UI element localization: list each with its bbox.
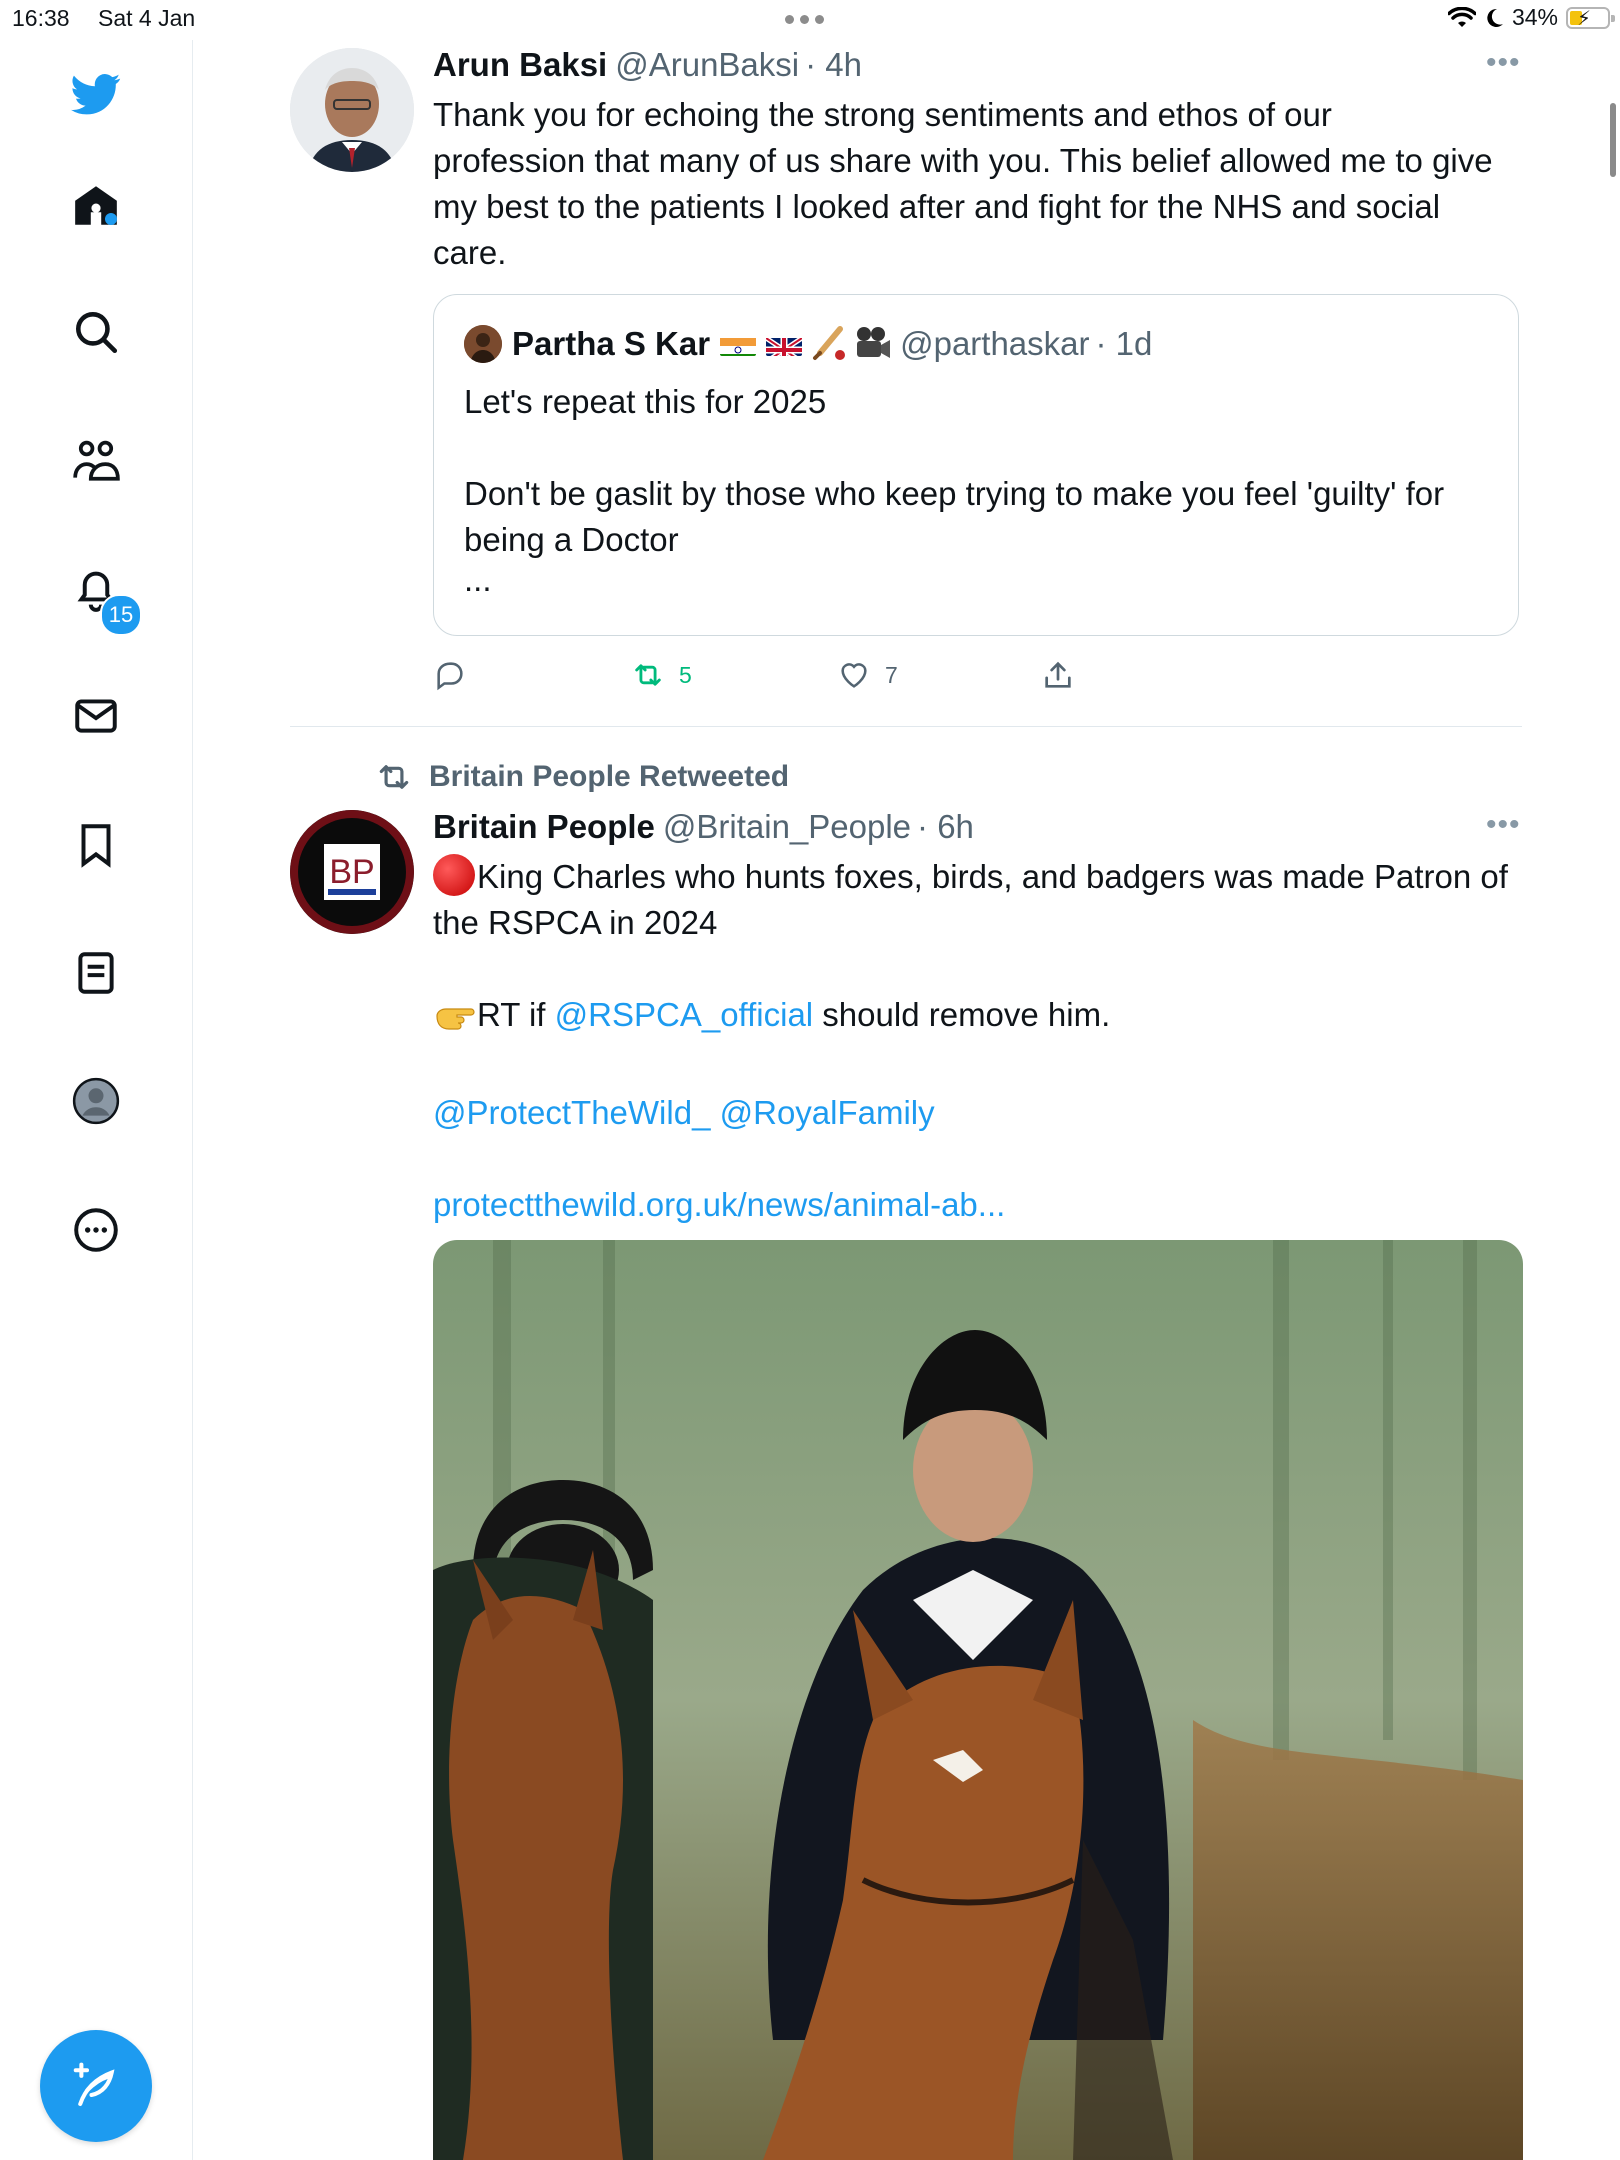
tweet2-author-name[interactable]: Britain People — [433, 808, 655, 845]
nav-communities[interactable] — [62, 427, 130, 495]
tweet2-line-2: RT if @RSPCA_official should remove him. — [433, 992, 1523, 1044]
partha-kar-avatar — [464, 325, 502, 363]
quoted-line-2: Don't be gaslit by those who keep trying… — [464, 475, 1445, 558]
compose-feather-icon — [73, 2062, 115, 2107]
moon-icon — [1487, 8, 1503, 27]
uk-flag-icon — [766, 332, 803, 356]
tweet1-more-icon[interactable]: ••• — [1486, 46, 1521, 80]
scrollbar[interactable] — [1610, 103, 1616, 177]
arun-baksi-avatar[interactable] — [290, 48, 414, 172]
tweet1-actions: 5 7 — [433, 658, 1133, 698]
nav-more[interactable] — [62, 1196, 130, 1264]
quoted-tweet-text: Let's repeat this for 2025 Don't be gasl… — [464, 379, 1494, 597]
battery-percent: 34% — [1511, 4, 1558, 30]
reply-button[interactable] — [433, 658, 467, 692]
battery-icon: ⚡ — [1566, 6, 1615, 30]
nav-explore[interactable] — [62, 298, 130, 366]
nav-bookmarks[interactable] — [62, 811, 130, 879]
tweet2-text: King Charles who hunts foxes, birds, and… — [433, 854, 1523, 1228]
tweet2-time[interactable]: · 6h — [917, 808, 974, 845]
search-icon — [76, 312, 118, 354]
nav-profile[interactable] — [62, 1067, 130, 1135]
quoted-ellipsis: ... — [464, 561, 492, 598]
quoted-handle: @parthaskar — [900, 325, 1090, 362]
tweet2-more-icon[interactable]: ••• — [1486, 808, 1521, 842]
movie-camera-icon — [852, 325, 892, 363]
quoted-time: · 1d — [1095, 325, 1153, 362]
compose-tweet-button[interactable] — [40, 2030, 152, 2142]
like-count: 7 — [885, 661, 898, 688]
tweet2-line-1: King Charles who hunts foxes, birds, and… — [433, 854, 1523, 946]
tweet2-link[interactable]: protectthewild.org.uk/news/animal-ab... — [433, 1186, 1005, 1223]
share-icon — [1045, 661, 1071, 688]
tweet1-header: Arun Baksi @ArunBaksi · 4h — [433, 46, 862, 84]
retweet-button[interactable]: 5 — [631, 658, 692, 692]
quoted-tweet[interactable]: Partha S Kar @parthaskar · 1d Let's repe… — [433, 294, 1519, 636]
mention-rspca[interactable]: @RSPCA_official — [555, 996, 814, 1033]
reply-icon — [437, 662, 463, 691]
nav-home[interactable] — [62, 172, 130, 240]
tweet2-photo[interactable] — [433, 1240, 1523, 2160]
red-circle-icon — [433, 854, 475, 896]
communities-icon — [73, 440, 120, 481]
status-indicators: 34% ⚡ — [1447, 4, 1615, 31]
profile-avatar-icon — [72, 1077, 120, 1125]
quoted-author-name: Partha S Kar — [512, 325, 711, 362]
retweet-icon — [635, 664, 661, 686]
tweet2-mentions: @ProtectTheWild_ @RoyalFamily — [433, 1090, 1523, 1136]
tweet2-handle[interactable]: @Britain_People — [663, 808, 911, 845]
more-circle-icon — [74, 1208, 118, 1252]
notifications-badge: 15 — [100, 594, 142, 636]
retweeted-by-line[interactable]: Britain People Retweeted — [375, 758, 789, 796]
heart-icon — [841, 663, 867, 688]
tweet1-handle[interactable]: @ArunBaksi — [615, 46, 799, 83]
tweet1-author-name[interactable]: Arun Baksi — [433, 46, 607, 83]
bookmark-icon — [81, 824, 111, 868]
avatar-bp-text: BP — [329, 853, 374, 891]
sidebar-nav: 15 — [0, 40, 193, 2160]
retweet-count: 5 — [679, 661, 692, 688]
multitasking-dots-icon[interactable] — [785, 6, 833, 32]
tweet2-header: Britain People @Britain_People · 6h — [433, 808, 974, 846]
india-flag-icon — [720, 332, 757, 356]
status-time: 16:38 — [12, 5, 70, 31]
like-button[interactable]: 7 — [837, 658, 898, 692]
nav-lists[interactable] — [62, 939, 130, 1007]
home-unread-dot — [105, 213, 117, 225]
wifi-icon — [1447, 6, 1476, 27]
quoted-tweet-header: Partha S Kar @parthaskar · 1d — [464, 325, 1152, 363]
retweet-icon — [379, 765, 409, 789]
twitter-logo-icon[interactable] — [62, 60, 130, 128]
lists-icon — [78, 952, 114, 994]
tweet1-time[interactable]: · 4h — [805, 46, 862, 83]
quoted-line-1: Let's repeat this for 2025 — [464, 383, 827, 420]
status-date: Sat 4 Jan — [98, 5, 196, 31]
status-bar: 16:38 Sat 4 Jan 34% ⚡ — [0, 0, 1620, 40]
retweeted-by-text: Britain People Retweeted — [429, 760, 790, 793]
tweet1-text: Thank you for echoing the strong sentime… — [433, 96, 1493, 271]
nav-messages[interactable] — [62, 682, 130, 750]
pointing-hand-icon — [433, 998, 477, 1044]
mail-icon — [75, 699, 117, 733]
mention-protectthewild[interactable]: @ProtectTheWild_ — [433, 1094, 710, 1131]
share-button[interactable] — [1041, 658, 1075, 692]
mention-royalfamily[interactable]: @RoyalFamily — [720, 1094, 935, 1131]
britain-people-avatar[interactable]: BP — [290, 810, 414, 934]
tweet-divider — [290, 726, 1522, 727]
cricket-icon — [810, 325, 848, 363]
